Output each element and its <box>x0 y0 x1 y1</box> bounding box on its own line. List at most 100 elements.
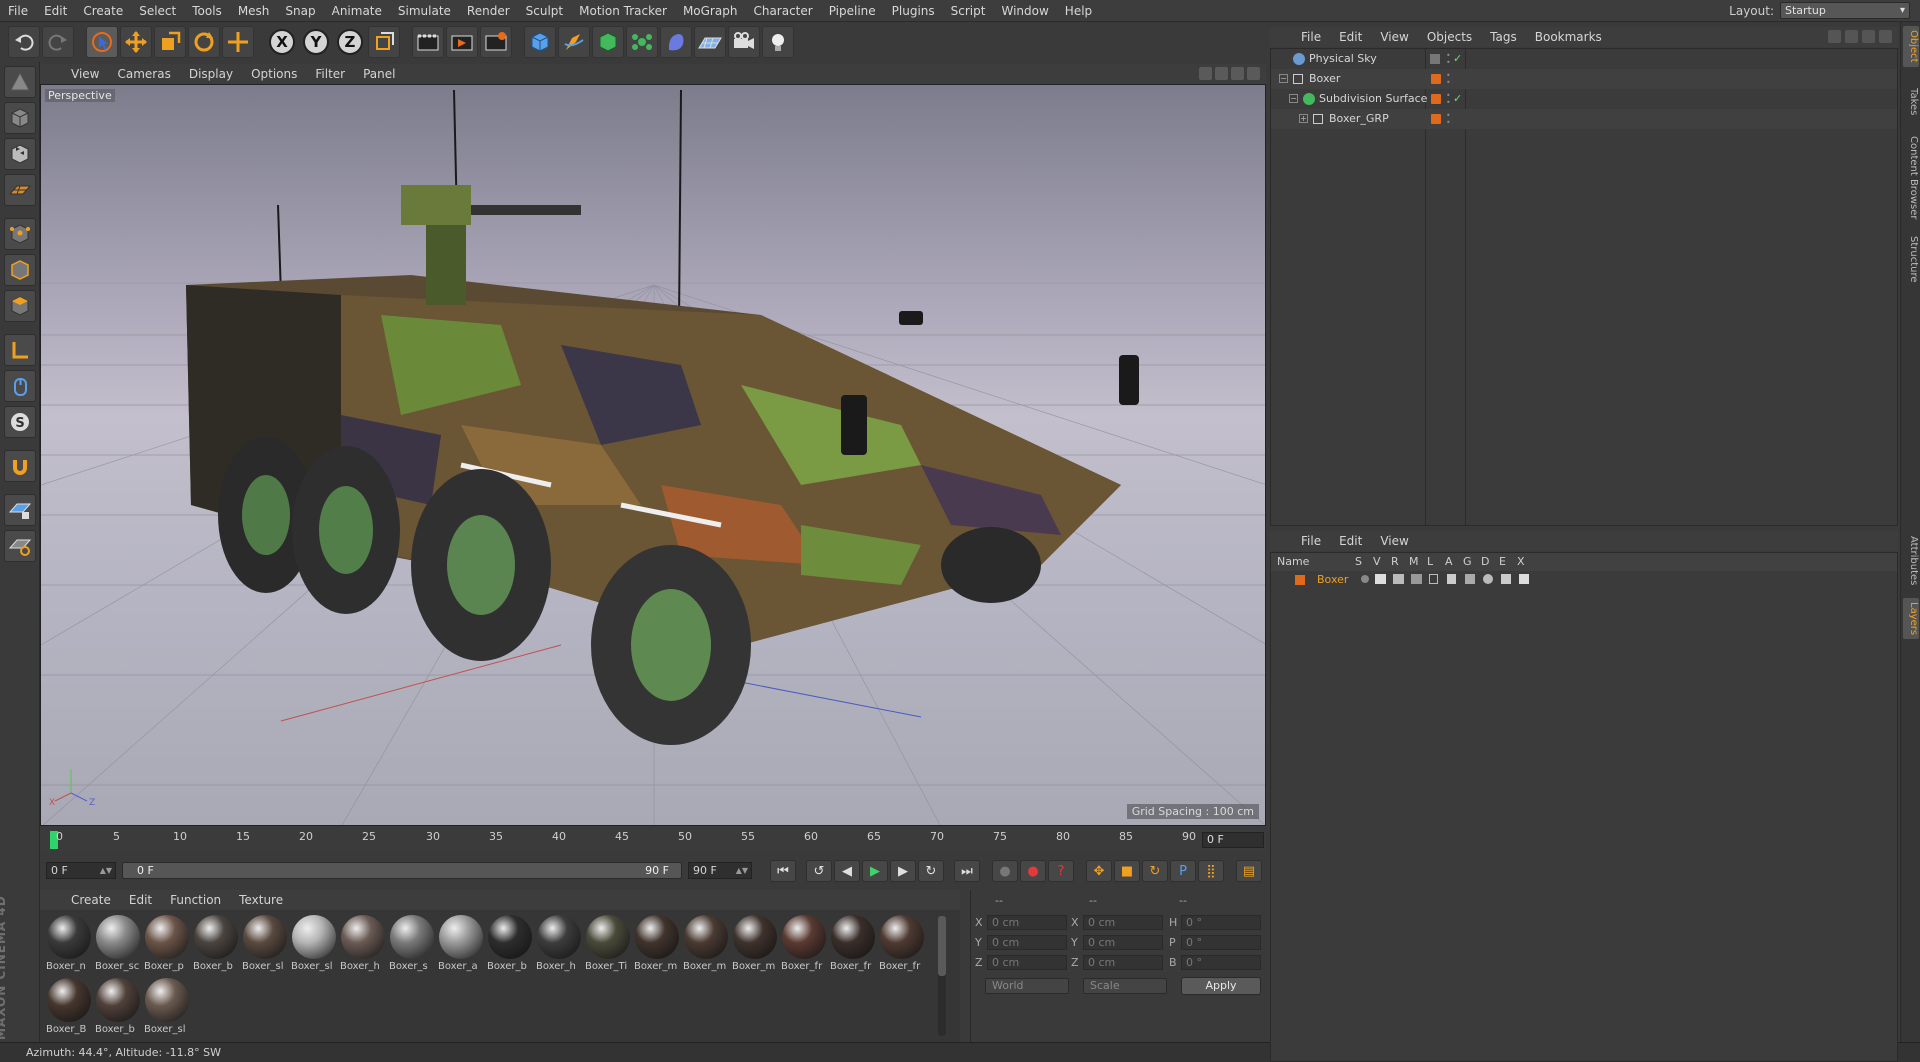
home-icon[interactable] <box>1845 30 1858 43</box>
position-y-field[interactable]: 0 cm <box>987 935 1067 950</box>
maximize-icon[interactable] <box>1247 67 1260 80</box>
view-toggle-icon[interactable] <box>1375 574 1386 584</box>
viewport-menu-options[interactable]: Options <box>242 67 306 81</box>
material-swatch[interactable]: Boxer_B <box>46 977 92 1039</box>
lm-menu-view[interactable]: View <box>1371 534 1417 548</box>
layer-color-swatch[interactable] <box>1295 575 1305 585</box>
solo-toggle-icon[interactable] <box>1361 575 1369 583</box>
key-scale-button[interactable]: ■ <box>1114 860 1140 882</box>
rotation-h-field[interactable]: 0 ° <box>1181 915 1261 930</box>
om-menu-bookmarks[interactable]: Bookmarks <box>1526 30 1611 44</box>
3d-viewport[interactable]: X Z Perspective Grid Spacing : 100 cm <box>40 84 1266 826</box>
key-pla-button[interactable]: ⣿ <box>1198 860 1224 882</box>
key-parameter-button[interactable]: P <box>1170 860 1196 882</box>
workplane-lock-icon[interactable] <box>4 494 36 526</box>
tab-object[interactable]: Object <box>1903 26 1919 67</box>
tab-structure[interactable]: Structure <box>1903 232 1919 287</box>
menu-render[interactable]: Render <box>459 0 518 22</box>
search-icon[interactable] <box>1828 30 1841 43</box>
model-mode-icon[interactable] <box>4 102 36 134</box>
menu-window[interactable]: Window <box>993 0 1056 22</box>
object-row-boxer[interactable]: − Boxer • • <box>1271 69 1897 89</box>
om-menu-file[interactable]: File <box>1292 30 1330 44</box>
pan-icon[interactable] <box>1199 67 1212 80</box>
menu-file[interactable]: File <box>0 0 36 22</box>
orbit-icon[interactable] <box>1231 67 1244 80</box>
camera-icon[interactable] <box>728 26 760 58</box>
material-swatch[interactable]: Boxer_fr <box>830 914 876 976</box>
layout-select[interactable]: Startup <box>1780 2 1910 19</box>
material-swatch[interactable]: Boxer_s <box>389 914 435 976</box>
coordinate-system-icon[interactable] <box>368 26 400 58</box>
tweak-mode-icon[interactable] <box>4 370 36 402</box>
object-row-boxer-grp[interactable]: + Boxer_GRP • • <box>1271 109 1897 129</box>
key-position-button[interactable]: ✥ <box>1086 860 1112 882</box>
texture-mode-icon[interactable] <box>4 138 36 170</box>
material-swatch[interactable]: Boxer_m <box>732 914 778 976</box>
menu-edit[interactable]: Edit <box>36 0 75 22</box>
floor-icon[interactable] <box>694 26 726 58</box>
points-mode-icon[interactable] <box>4 218 36 250</box>
sky-tag-icon[interactable] <box>1430 54 1440 64</box>
material-swatch[interactable]: Boxer_fr <box>879 914 925 976</box>
menu-mesh[interactable]: Mesh <box>230 0 278 22</box>
size-z-field[interactable]: 0 cm <box>1083 955 1163 970</box>
lock-toggle-icon[interactable] <box>1429 574 1438 584</box>
material-swatch[interactable]: Boxer_m <box>683 914 729 976</box>
layer-color-tag[interactable] <box>1431 94 1441 104</box>
menu-motion-tracker[interactable]: Motion Tracker <box>571 0 675 22</box>
go-to-end-button[interactable]: ⏭ <box>954 860 980 882</box>
x-axis-icon[interactable]: X <box>266 26 298 58</box>
material-menu-function[interactable]: Function <box>161 893 230 907</box>
collapse-icon[interactable]: − <box>1289 94 1298 103</box>
menu-snap[interactable]: Snap <box>277 0 323 22</box>
lm-menu-file[interactable]: File <box>1292 534 1330 548</box>
material-swatch[interactable]: Boxer_sl <box>144 977 190 1039</box>
menu-animate[interactable]: Animate <box>324 0 390 22</box>
up-icon[interactable] <box>1862 30 1875 43</box>
material-swatch[interactable]: Boxer_h <box>536 914 582 976</box>
workplane-icon[interactable] <box>4 174 36 206</box>
next-key-button[interactable]: ↻ <box>918 860 944 882</box>
object-row-subdivision-surface[interactable]: − Subdivision Surface • • ✓ <box>1271 89 1897 109</box>
next-frame-button[interactable]: ▶ <box>890 860 916 882</box>
material-swatch[interactable]: Boxer_p <box>144 914 190 976</box>
tab-attributes[interactable]: Attributes <box>1903 532 1919 589</box>
menu-select[interactable]: Select <box>131 0 184 22</box>
menu-mograph[interactable]: MoGraph <box>675 0 746 22</box>
y-axis-icon[interactable]: Y <box>300 26 332 58</box>
material-swatch[interactable]: Boxer_Ti <box>585 914 631 976</box>
record-button[interactable]: ● <box>1020 860 1046 882</box>
menu-script[interactable]: Script <box>943 0 994 22</box>
material-swatch[interactable]: Boxer_m <box>634 914 680 976</box>
layer-color-tag[interactable] <box>1431 114 1441 124</box>
enabled-check-icon[interactable]: ✓ <box>1453 49 1462 69</box>
viewport-menu-display[interactable]: Display <box>180 67 242 81</box>
record-disabled-button[interactable]: ● <box>992 860 1018 882</box>
start-frame-field[interactable]: 0 F ▲▼ <box>46 862 116 879</box>
material-swatch[interactable]: Boxer_n <box>46 914 92 976</box>
end-frame-field[interactable]: 90 F ▲▼ <box>688 862 752 879</box>
menu-help[interactable]: Help <box>1057 0 1100 22</box>
menu-plugins[interactable]: Plugins <box>884 0 943 22</box>
menu-sculpt[interactable]: Sculpt <box>518 0 571 22</box>
redo-icon[interactable] <box>42 26 74 58</box>
material-swatch[interactable]: Boxer_a <box>438 914 484 976</box>
z-axis-icon[interactable]: Z <box>334 26 366 58</box>
material-swatch[interactable]: Boxer_sl <box>242 914 288 976</box>
deformers-toggle-icon[interactable] <box>1483 574 1493 584</box>
menu-simulate[interactable]: Simulate <box>390 0 459 22</box>
enabled-check-icon[interactable]: ✓ <box>1453 89 1462 109</box>
new-panel-icon[interactable] <box>1879 30 1892 43</box>
render-view-icon[interactable] <box>412 26 444 58</box>
dolly-icon[interactable] <box>1215 67 1228 80</box>
undo-icon[interactable] <box>8 26 40 58</box>
previous-key-button[interactable]: ↺ <box>806 860 832 882</box>
menu-tools[interactable]: Tools <box>184 0 230 22</box>
size-x-field[interactable]: 0 cm <box>1083 915 1163 930</box>
lm-menu-edit[interactable]: Edit <box>1330 534 1371 548</box>
material-swatch[interactable]: Boxer_b <box>95 977 141 1039</box>
tab-layers[interactable]: Layers <box>1903 598 1919 640</box>
subdivision-icon[interactable] <box>592 26 624 58</box>
size-y-field[interactable]: 0 cm <box>1083 935 1163 950</box>
